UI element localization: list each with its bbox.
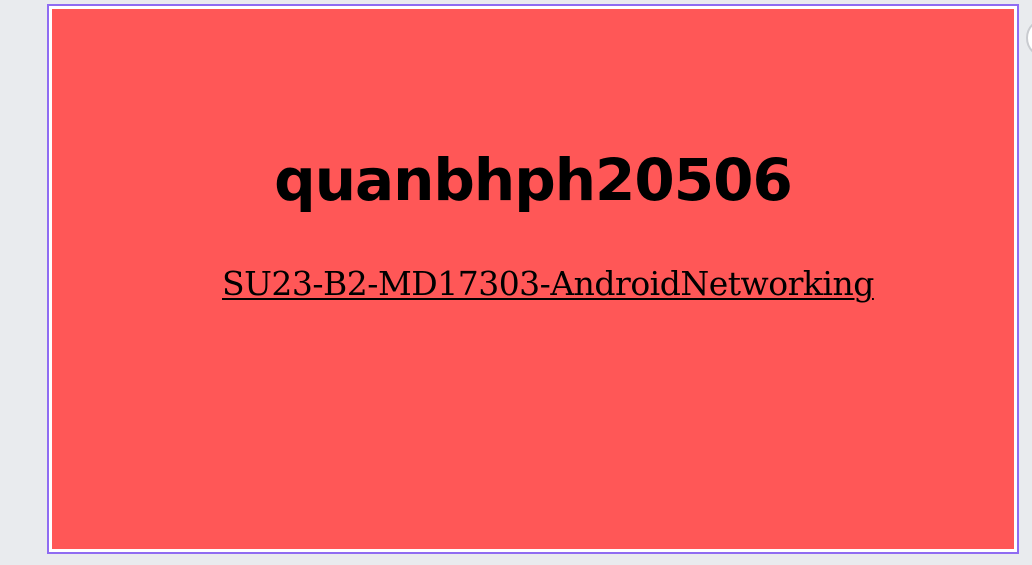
repo-card: quanbhph20506 SU23-B2-MD17303-AndroidNet…: [52, 9, 1014, 549]
repo-link[interactable]: SU23-B2-MD17303-AndroidNetworking: [222, 264, 874, 303]
side-handle-button[interactable]: [1026, 18, 1032, 58]
card-title: quanbhph20506: [274, 146, 793, 214]
selected-card-frame[interactable]: quanbhph20506 SU23-B2-MD17303-AndroidNet…: [47, 4, 1019, 554]
